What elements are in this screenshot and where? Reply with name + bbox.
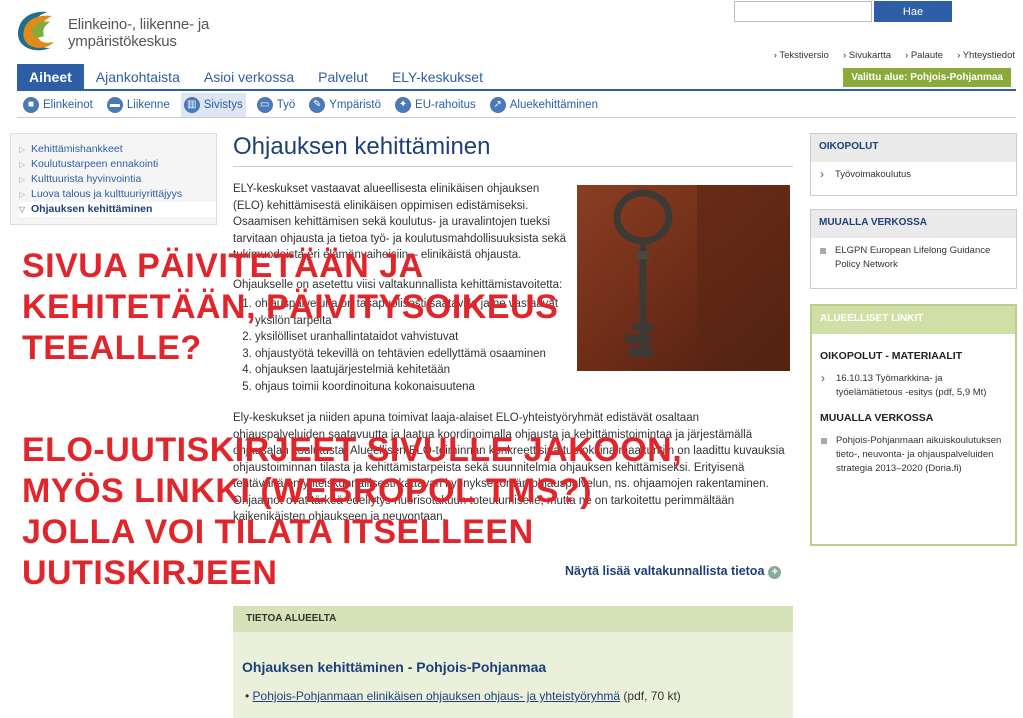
subnav-label: Aluekehittäminen [509, 98, 598, 111]
plus-circle-icon: + [768, 566, 782, 579]
leftnav-item[interactable]: Koulutustarpeen ennakointi [19, 157, 216, 172]
sub-nav: ■ Elinkeinot ▬ Liikenne ▥ Sivistys ▭ Työ ✎ Ym… [17, 92, 1016, 118]
external-link[interactable]: ELGPN European Lifelong Guidance Policy … [811, 244, 1016, 272]
elsewhere-box: MUUALLA VERKOSSA ELGPN European Lifelong… [810, 209, 1017, 289]
chart-icon: ↗ [489, 96, 506, 113]
pdf-meta: (pdf, 70 kt) [620, 689, 681, 703]
car-icon: ▬ [106, 96, 123, 113]
regional-subheading: OIKOPOLUT - MATERIAALIT [820, 350, 963, 362]
shortcuts-box: OIKOPOLUT Työvoimakoulutus [810, 133, 1017, 196]
leftnav-item[interactable]: Kehittämishankkeet [19, 142, 216, 157]
eu-stars-icon: ✦ [395, 96, 412, 113]
shortcuts-header: OIKOPOLUT [811, 134, 1016, 162]
annotation-line: SIVUA PÄIVITETÄÄN JA [22, 247, 424, 285]
material-link[interactable]: 16.10.13 Työmarkkina- ja työelämätietous… [812, 371, 1015, 400]
strategy-link[interactable]: Pohjois-Pohjanmaan aikuiskoulutuksen tie… [812, 434, 1015, 476]
old-key-image [577, 185, 790, 371]
leftnav-item[interactable]: Kulttuurista hyvinvointia [19, 172, 216, 187]
annotation-line: ELO-UUTISKIRJEET SIVULLE JAKOON, [22, 431, 683, 469]
subnav-eu-rahoitus[interactable]: ✦ EU-rahoitus [392, 93, 479, 117]
subnav-tyo[interactable]: ▭ Työ [254, 93, 299, 117]
site-logo[interactable]: Elinkeino-, liikenne- ja ympäristökeskus [10, 4, 230, 56]
feedback-link[interactable]: Palaute [905, 50, 943, 61]
shortcut-link[interactable]: Työvoimakoulutus [811, 167, 1016, 182]
utility-links: Tekstiversio Sivukartta Palaute Yhteysti… [774, 50, 1015, 61]
annotation-line: MYÖS LINKKI (WEBROPOL TMS?) [22, 472, 593, 510]
search-button[interactable]: Hae [874, 1, 952, 22]
annotation-line: TEEALLE? [22, 329, 202, 367]
contact-link[interactable]: Yhteystiedot [957, 50, 1015, 61]
sitemap-link[interactable]: Sivukartta [843, 50, 891, 61]
logo-text: Elinkeino-, liikenne- ja ympäristökeskus [68, 16, 210, 50]
regional-info-box: TIETOA ALUEELTA Ohjauksen kehittäminen -… [233, 606, 793, 718]
page-title: Ohjauksen kehittäminen [233, 133, 793, 167]
regional-info-title: Ohjauksen kehittäminen - Pohjois-Pohjanm… [242, 659, 547, 675]
annotation-line: KEHITETÄÄN, PÄIVITYSOIKEUS [22, 288, 559, 326]
briefcase-icon: ■ [23, 96, 39, 113]
regional-info-header: TIETOA ALUEELTA [233, 606, 793, 632]
subnav-aluekehittaminen[interactable]: ↗ Aluekehittäminen [487, 93, 601, 117]
regional-subheading: MUUALLA VERKOSSA [820, 412, 934, 424]
laptop-icon: ▭ [256, 96, 273, 113]
left-nav: Kehittämishankkeet Koulutustarpeen ennak… [10, 133, 217, 225]
subnav-elinkeinot[interactable]: ■ Elinkeinot [20, 93, 96, 117]
annotation-line: JOLLA VOI TILATA ITSELLEEN [22, 513, 534, 551]
main-nav: Aiheet Ajankohtaista Asioi verkossa Palv… [17, 64, 1016, 91]
ely-logo-icon [18, 11, 54, 51]
annotation-line: UUTISKIRJEEN [22, 554, 278, 592]
goal-item: ohjaus toimii koordinoituna kokonaisuute… [255, 379, 575, 396]
tab-palvelut[interactable]: Palvelut [306, 64, 380, 89]
tab-ely-keskukset[interactable]: ELY-keskukset [380, 64, 495, 89]
leaf-icon: ✎ [309, 96, 326, 113]
regional-links-box: ALUEELLISET LINKIT OIKOPOLUT - MATERIAAL… [810, 304, 1017, 546]
subnav-label: Sivistys [203, 98, 243, 111]
region-selector[interactable]: Valittu alue: Pohjois-Pohjanmaa [843, 68, 1011, 87]
tab-asioi-verkossa[interactable]: Asioi verkossa [192, 64, 306, 89]
annotation-block-2: ELO-UUTISKIRJEET SIVULLE JAKOON, MYÖS LI… [22, 430, 682, 594]
subnav-ymparisto[interactable]: ✎ Ympäristö [306, 93, 384, 117]
search-input[interactable] [734, 1, 872, 22]
regional-links-header: ALUEELLISET LINKIT [812, 306, 1015, 334]
text-version-link[interactable]: Tekstiversio [774, 50, 829, 61]
subnav-label: Ympäristö [329, 98, 382, 111]
subnav-sivistys[interactable]: ▥ Sivistys [180, 92, 246, 117]
subnav-label: Liikenne [126, 98, 170, 111]
building-icon: ▥ [183, 96, 200, 113]
elsewhere-header: MUUALLA VERKOSSA [811, 210, 1016, 238]
subnav-liikenne[interactable]: ▬ Liikenne [104, 93, 173, 117]
leftnav-item[interactable]: Luova talous ja kulttuuriyrittäjyys [19, 187, 216, 202]
annotation-block-1: SIVUA PÄIVITETÄÄN JA KEHITETÄÄN, PÄIVITY… [22, 246, 558, 369]
tab-ajankohtaista[interactable]: Ajankohtaista [84, 64, 192, 89]
regional-pdf-link[interactable]: Pohjois-Pohjanmaan elinikäisen ohjauksen… [253, 689, 621, 703]
leftnav-item-active[interactable]: Ohjauksen kehittäminen [19, 202, 216, 217]
tab-aiheet[interactable]: Aiheet [17, 64, 84, 89]
subnav-label: Elinkeinot [43, 98, 93, 111]
subnav-label: EU-rahoitus [415, 98, 476, 111]
regional-info-item: • Pohjois-Pohjanmaan elinikäisen ohjauks… [245, 689, 681, 703]
subnav-label: Työ [276, 98, 296, 111]
